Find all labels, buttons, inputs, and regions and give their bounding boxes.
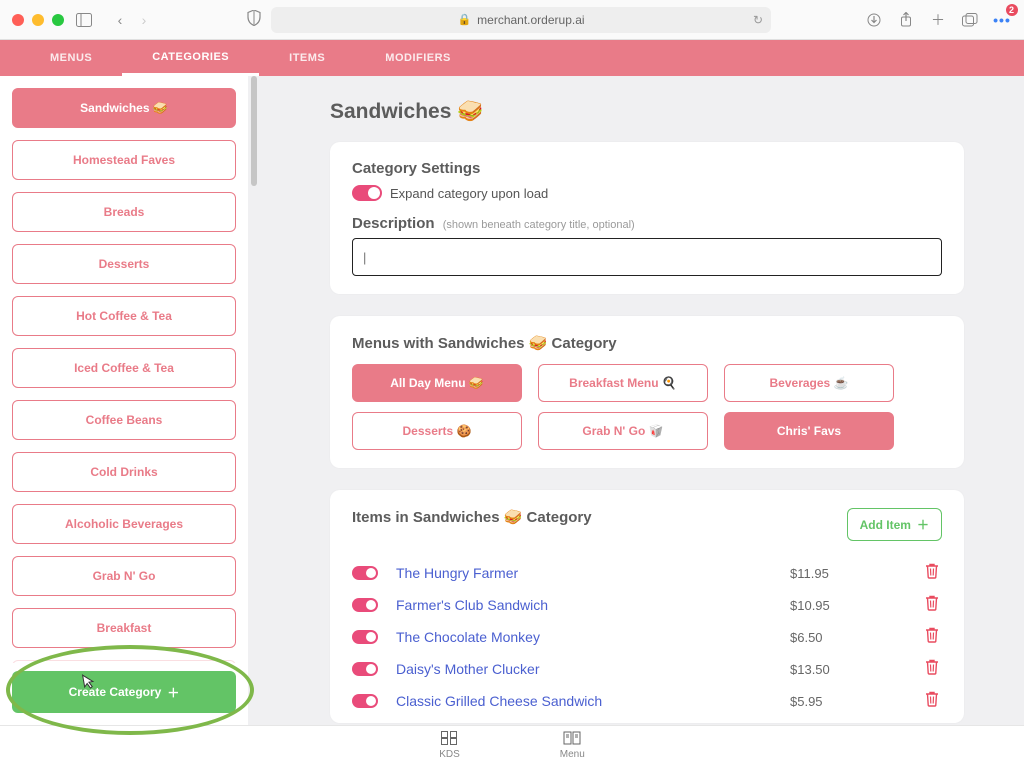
item-price: $6.50	[790, 630, 910, 645]
sidebar-category-iced-coffee-tea[interactable]: Iced Coffee & Tea	[12, 348, 236, 388]
trash-icon[interactable]	[922, 595, 942, 615]
sidebar-category-breads[interactable]: Breads	[12, 192, 236, 232]
share-icon[interactable]	[896, 10, 916, 30]
top-tab-bar: MENUS CATEGORIES ITEMS MODIFIERS	[0, 40, 1024, 76]
sidebar-category-coffee-beans[interactable]: Coffee Beans	[12, 400, 236, 440]
scrollbar-thumb[interactable]	[251, 76, 257, 186]
sidebar-category-cold-drinks[interactable]: Cold Drinks	[12, 452, 236, 492]
menu-chip-beverages[interactable]: Beverages ☕	[724, 364, 894, 402]
nav-menu-label: Menu	[560, 749, 585, 760]
close-window[interactable]	[12, 14, 24, 26]
back-icon[interactable]: ‹	[110, 10, 130, 30]
trash-icon[interactable]	[922, 627, 942, 647]
item-price: $11.95	[790, 566, 910, 581]
items-card: Items in Sandwiches 🥪 Category Add Item …	[330, 490, 964, 723]
sidebar-category-sandwiches[interactable]: Sandwiches 🥪	[12, 88, 236, 128]
sidebar-category-homestead-faves[interactable]: Homestead Faves	[12, 140, 236, 180]
plus-icon: ＋	[167, 684, 179, 701]
item-row: Daisy's Mother Clucker $13.50	[352, 653, 942, 685]
nav-kds[interactable]: KDS	[439, 731, 460, 760]
item-toggle[interactable]	[352, 694, 378, 708]
menus-heading: Menus with Sandwiches 🥪 Category	[352, 334, 942, 352]
privacy-shield-icon[interactable]	[247, 10, 261, 29]
description-label: Description (shown beneath category titl…	[352, 215, 942, 232]
item-price: $13.50	[790, 662, 910, 677]
item-row: Farmer's Club Sandwich $10.95	[352, 589, 942, 621]
category-settings-heading: Category Settings	[352, 160, 942, 177]
category-sidebar: Sandwiches 🥪 Homestead Faves Breads Dess…	[0, 76, 248, 725]
item-name-link[interactable]: Farmer's Club Sandwich	[396, 597, 778, 613]
sidebar-category-desserts[interactable]: Desserts	[12, 244, 236, 284]
tabs-icon[interactable]	[960, 10, 980, 30]
trash-icon[interactable]	[922, 691, 942, 711]
url-text: merchant.orderup.ai	[477, 13, 584, 27]
sidebar-category-grab-n-go[interactable]: Grab N' Go	[12, 556, 236, 596]
add-item-button[interactable]: Add Item ＋	[847, 508, 942, 541]
tab-categories[interactable]: CATEGORIES	[122, 40, 259, 76]
description-input[interactable]	[352, 238, 942, 276]
more-icon[interactable]: •••2	[992, 10, 1012, 30]
maximize-window[interactable]	[52, 14, 64, 26]
menus-card: Menus with Sandwiches 🥪 Category All Day…	[330, 316, 964, 468]
kds-icon	[441, 731, 457, 748]
menu-chip-chris-favs[interactable]: Chris' Favs	[724, 412, 894, 450]
page-title: Sandwiches 🥪	[330, 100, 964, 124]
add-item-label: Add Item	[860, 518, 911, 532]
tab-modifiers[interactable]: MODIFIERS	[355, 40, 481, 76]
nav-menu[interactable]: Menu	[560, 731, 585, 760]
minimize-window[interactable]	[32, 14, 44, 26]
sidebar-category-breakfast[interactable]: Breakfast	[12, 608, 236, 648]
description-hint: (shown beneath category title, optional)	[443, 219, 635, 231]
item-name-link[interactable]: Classic Grilled Cheese Sandwich	[396, 693, 778, 709]
item-name-link[interactable]: The Hungry Farmer	[396, 565, 778, 581]
tab-menus[interactable]: MENUS	[20, 40, 122, 76]
reload-icon[interactable]: ↻	[753, 13, 763, 27]
sidebar-toggle-icon[interactable]	[74, 10, 94, 30]
cursor-icon	[80, 671, 99, 694]
trash-icon[interactable]	[922, 659, 942, 679]
menu-icon	[563, 731, 581, 748]
menu-chip-grab-n-go[interactable]: Grab N' Go 🥡	[538, 412, 708, 450]
item-row: The Chocolate Monkey $6.50	[352, 621, 942, 653]
menu-chip-breakfast[interactable]: Breakfast Menu 🍳	[538, 364, 708, 402]
item-toggle[interactable]	[352, 566, 378, 580]
menu-chip-all-day[interactable]: All Day Menu 🥪	[352, 364, 522, 402]
item-toggle[interactable]	[352, 630, 378, 644]
item-toggle[interactable]	[352, 662, 378, 676]
item-row: The Hungry Farmer $11.95	[352, 557, 942, 589]
bottom-nav: KDS Menu	[0, 725, 1024, 765]
scrollbar-gutter	[248, 76, 260, 725]
menu-chip-desserts[interactable]: Desserts 🍪	[352, 412, 522, 450]
item-name-link[interactable]: Daisy's Mother Clucker	[396, 661, 778, 677]
tab-items[interactable]: ITEMS	[259, 40, 355, 76]
nav-kds-label: KDS	[439, 749, 460, 760]
item-toggle[interactable]	[352, 598, 378, 612]
notification-badge: 2	[1006, 4, 1018, 16]
trash-icon[interactable]	[922, 563, 942, 583]
items-heading: Items in Sandwiches 🥪 Category	[352, 508, 592, 526]
item-name-link[interactable]: The Chocolate Monkey	[396, 629, 778, 645]
forward-icon[interactable]: ›	[134, 10, 154, 30]
plus-icon: ＋	[917, 516, 929, 533]
browser-chrome: ‹ › 🔒 merchant.orderup.ai ↻ ＋ •••2	[0, 0, 1024, 40]
create-category-button[interactable]: Create Category ＋	[12, 671, 236, 713]
expand-toggle-label: Expand category upon load	[390, 186, 548, 201]
expand-toggle[interactable]	[352, 185, 382, 201]
item-row: Classic Grilled Cheese Sandwich $5.95	[352, 685, 942, 717]
category-settings-card: Category Settings Expand category upon l…	[330, 142, 964, 294]
item-price: $10.95	[790, 598, 910, 613]
window-controls	[12, 14, 64, 26]
new-tab-icon[interactable]: ＋	[928, 10, 948, 30]
sidebar-category-hot-coffee-tea[interactable]: Hot Coffee & Tea	[12, 296, 236, 336]
download-icon[interactable]	[864, 10, 884, 30]
sidebar-category-alcoholic-beverages[interactable]: Alcoholic Beverages	[12, 504, 236, 544]
item-price: $5.95	[790, 694, 910, 709]
lock-icon: 🔒	[457, 13, 471, 26]
url-bar[interactable]: 🔒 merchant.orderup.ai ↻	[271, 7, 771, 33]
main-content: Sandwiches 🥪 Category Settings Expand ca…	[260, 76, 1024, 725]
